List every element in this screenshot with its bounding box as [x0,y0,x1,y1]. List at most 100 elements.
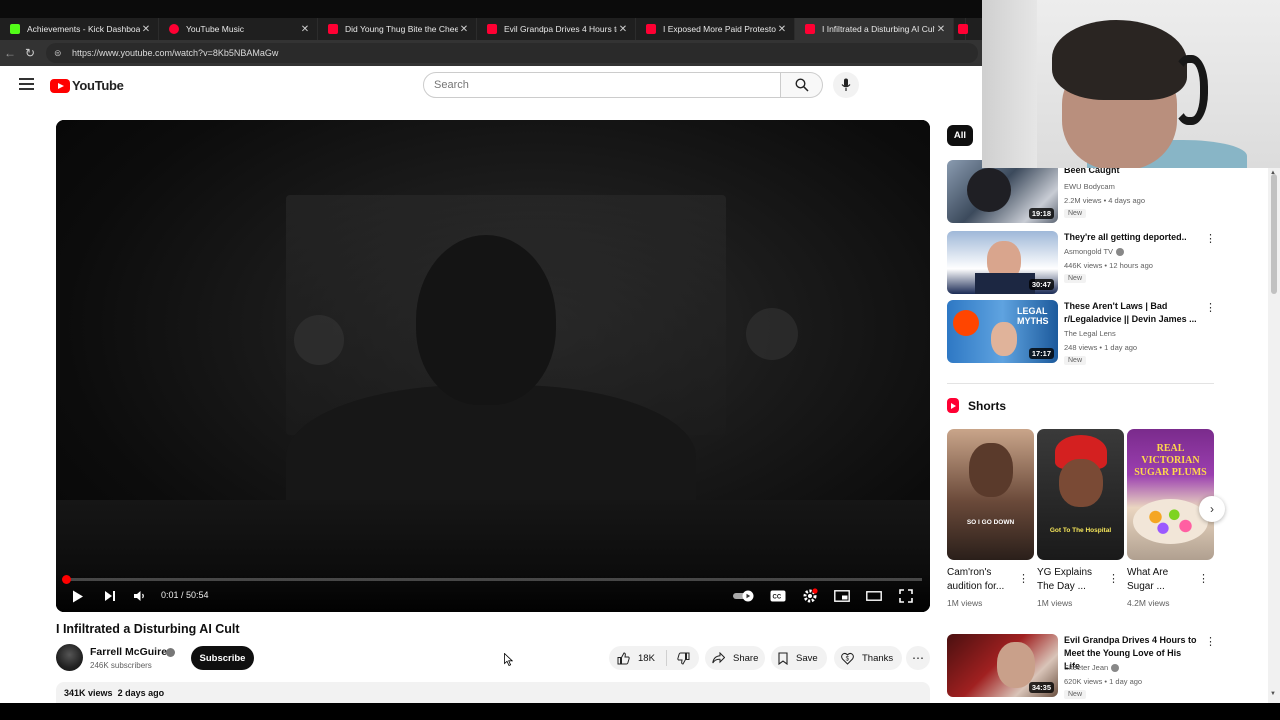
autoplay-toggle[interactable] [732,587,756,605]
shorts-next-button[interactable]: › [1199,496,1225,522]
theater-mode-button[interactable] [862,587,886,605]
video-thumbnail[interactable]: 34:35 [947,634,1058,697]
short-title[interactable]: What Are Sugar ... [1127,566,1197,594]
channel-avatar[interactable] [56,644,83,671]
recommendation-meta: 620K views • 1 day ago [1064,677,1143,686]
headphones-icon [1172,55,1208,125]
search-input[interactable] [423,72,781,98]
bottom-strip [0,703,1280,720]
close-tab-icon[interactable]: ✕ [140,24,152,35]
like-button[interactable]: 18K [609,650,667,666]
more-options-icon[interactable]: ⋮ [1205,637,1216,648]
verified-icon [1111,664,1120,673]
share-label: Share [733,652,759,664]
volume-button[interactable] [128,587,152,605]
miniplayer-button[interactable] [830,587,854,605]
recommendation-item[interactable]: 19:18 Been Caught EWU Bodycam 2.2M views… [947,160,1217,224]
recommendation-channel[interactable]: EWU Bodycam [1064,182,1115,191]
new-badge: New [1064,209,1087,218]
recommendation-channel[interactable]: Asmongold TV [1064,247,1125,257]
close-tab-icon[interactable]: ✕ [617,24,629,35]
kick-favicon-icon [10,24,20,34]
next-button[interactable] [98,587,122,605]
time-display: 0:01 / 50:54 [161,590,209,600]
subscribe-button[interactable]: Subscribe [191,646,254,670]
channel-name[interactable]: Farrell McGuire [90,646,167,658]
thumbnail-text: LEGAL MYTHS [1017,306,1049,326]
short-title[interactable]: Cam'ron's audition for... [947,566,1017,594]
more-options-icon[interactable]: ⋮ [1205,234,1216,245]
recommendation-title: These Aren't Laws | Bad r/Legaladvice ||… [1064,301,1197,324]
shorts-icon [947,398,959,413]
browser-tab[interactable]: Evil Grandpa Drives 4 Hours to M ✕ [477,18,636,40]
recommendation-item[interactable]: 30:47 They're all getting deported.. Asm… [947,231,1217,295]
play-icon [73,590,83,602]
video-thumbnail[interactable]: 19:18 [947,160,1058,223]
browser-tab[interactable]: Achievements - Kick Dashboard ✕ [0,18,159,40]
scroll-down-icon[interactable]: ▼ [1270,691,1276,697]
tab-title: I Exposed More Paid Protestors [663,24,776,34]
new-badge: New [1064,690,1087,699]
browser-tab[interactable]: I Exposed More Paid Protestors ✕ [636,18,795,40]
save-button[interactable]: Save [771,646,827,670]
voice-search-button[interactable] [833,72,859,98]
super-thanks-icon: $ [841,652,854,665]
close-tab-icon[interactable]: ✕ [458,24,470,35]
youtube-favicon-icon [487,24,497,34]
more-options-icon[interactable]: ⋮ [1018,572,1029,585]
recommendation-item[interactable]: 34:35 Evil Grandpa Drives 4 Hours to Mee… [947,634,1217,699]
scrubber-handle[interactable] [62,575,71,584]
short-thumbnail[interactable]: REAL VICTORIAN SUGAR PLUMS [1127,429,1214,560]
close-tab-icon[interactable]: ✕ [935,24,947,35]
more-options-icon[interactable]: ⋮ [1198,572,1209,585]
scroll-up-icon[interactable]: ▲ [1270,170,1276,176]
dislike-button[interactable] [667,652,699,665]
menu-icon[interactable] [19,78,34,90]
youtube-favicon-icon [328,24,338,34]
browser-tab-active[interactable]: I Infiltrated a Disturbing AI Cult ✕ [795,18,954,40]
verified-icon [1116,248,1125,257]
video-player[interactable]: 0:01 / 50:54 CC [56,120,930,612]
like-count: 18K [638,652,655,664]
more-actions-button[interactable]: ⋯ [906,646,930,670]
fullscreen-button[interactable] [894,587,918,605]
play-button[interactable] [66,587,90,605]
youtube-logo[interactable]: YouTube [50,78,124,93]
browser-tab[interactable]: YouTube Music ✕ [159,18,318,40]
video-thumbnail[interactable]: 30:47 [947,231,1058,294]
progress-bar[interactable] [64,578,922,581]
save-label: Save [796,652,818,664]
site-info-icon[interactable]: ⊜ [54,48,64,59]
search-button[interactable] [781,72,823,98]
browser-tab[interactable]: Did Young Thug Bite the Cheese? ✕ [318,18,477,40]
short-title[interactable]: YG Explains The Day ... [1037,566,1107,594]
recommendation-channel[interactable]: The Legal Lens [1064,329,1116,338]
recommendation-item[interactable]: LEGAL MYTHS 17:17 These Aren't Laws | Ba… [947,300,1217,365]
channel-name: Asmongold TV [1064,247,1114,256]
close-tab-icon[interactable]: ✕ [299,24,311,35]
more-options-icon[interactable]: ⋮ [1108,572,1119,585]
more-options-icon[interactable]: ⋮ [1205,303,1216,314]
close-tab-icon[interactable]: ✕ [776,24,788,35]
settings-button[interactable] [798,587,822,605]
share-icon [712,652,725,664]
url-field[interactable]: ⊜ https://www.youtube.com/watch?v=8Kb5NB… [46,43,978,63]
gear-icon [803,588,818,603]
video-thumbnail[interactable]: LEGAL MYTHS 17:17 [947,300,1058,363]
share-button[interactable]: Share [705,646,765,670]
thanks-button[interactable]: $ Thanks [834,646,902,670]
filter-chip-all[interactable]: All [947,125,973,146]
back-icon[interactable]: ← [0,46,20,60]
captions-button[interactable]: CC [766,587,790,605]
browser-tab-partial[interactable] [954,18,968,40]
shorts-title: Shorts [968,398,1007,413]
scrollbar-thumb[interactable] [1271,174,1277,294]
video-frame-head [416,235,556,405]
video-duration: 19:18 [1028,208,1054,219]
recommendation-meta: 2.2M views • 4 days ago [1064,196,1145,205]
logo-text: YouTube [72,78,124,93]
reload-icon[interactable]: ↻ [20,46,40,60]
recommendation-channel[interactable]: Skeeter Jean [1064,663,1120,673]
short-thumbnail[interactable]: Got To The Hospital [1037,429,1124,560]
short-thumbnail[interactable]: SO I GO DOWN [947,429,1034,560]
